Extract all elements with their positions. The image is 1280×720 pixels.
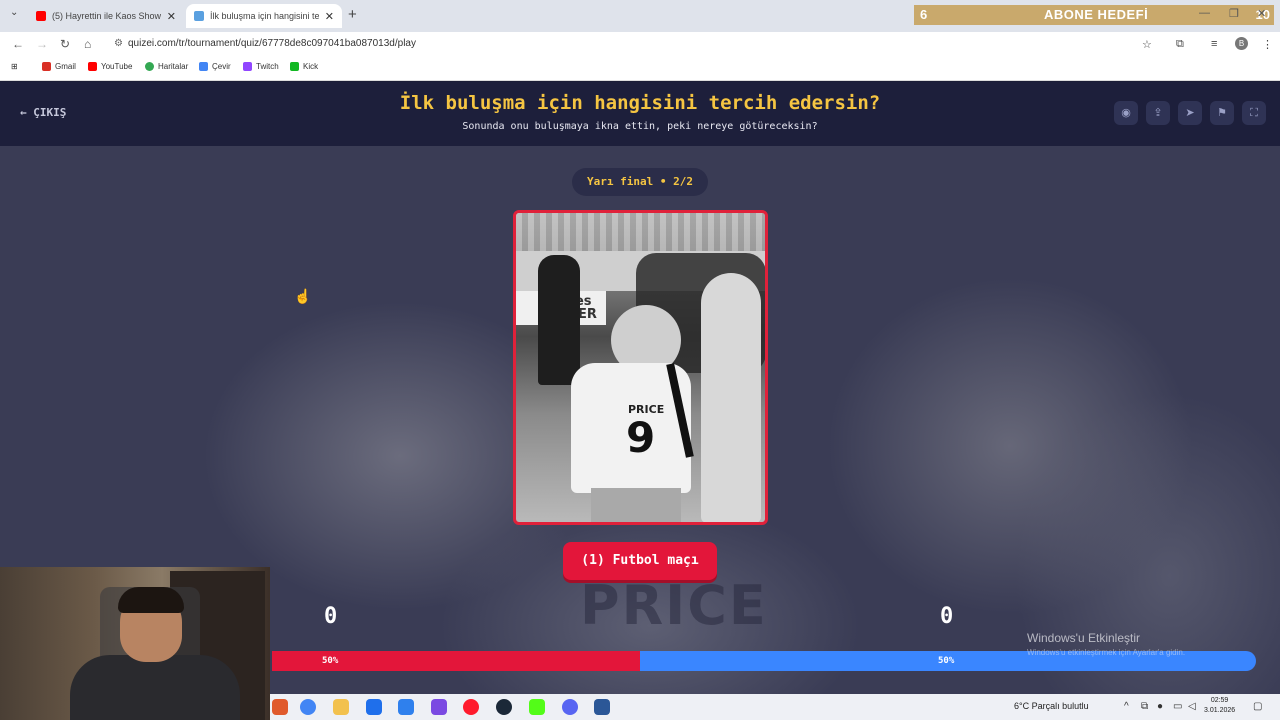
webcam-person-body: [70, 655, 240, 720]
extensions-icon[interactable]: ⧉: [1176, 38, 1184, 51]
steward-figure: [538, 255, 580, 385]
quiz-title: İlk buluşma için hangisini tercih edersi…: [399, 92, 881, 114]
reload-icon[interactable]: ↻: [60, 37, 70, 51]
youtube-icon: [88, 62, 97, 71]
notifications-icon[interactable]: ▢: [1253, 701, 1262, 712]
choice-button[interactable]: (1) Futbol maçı: [563, 542, 717, 580]
calculator-icon[interactable]: [594, 699, 610, 715]
home-icon[interactable]: ⌂: [84, 37, 91, 51]
maps-pin-icon: [145, 62, 154, 71]
left-percent: 50%: [322, 656, 339, 666]
woman-figure: [701, 273, 761, 522]
forward-icon[interactable]: →: [36, 37, 48, 51]
youtube-icon: [36, 11, 46, 21]
new-tab-button[interactable]: +: [348, 6, 357, 23]
clock-time: 02:59: [1210, 697, 1229, 704]
right-percent: 50%: [938, 656, 955, 666]
choice-image[interactable]: ates TTER PRICE 9: [513, 210, 768, 525]
tab-title: (5) Hayrettin ile Kaos Show - 2.: [52, 11, 161, 21]
taskbar-clock[interactable]: 02:59 3.01.2026: [1204, 696, 1235, 716]
editor-icon[interactable]: [431, 699, 447, 715]
bookmark-youtube[interactable]: YouTube: [88, 62, 132, 71]
bookmark-translate[interactable]: Çevir: [199, 62, 231, 71]
tab-title: İlk buluşma için hangisini tercih: [210, 11, 319, 21]
twitch-icon: [243, 62, 252, 71]
bookmark-star-icon[interactable]: ☆: [1142, 38, 1152, 51]
bookmark-label: Çevir: [212, 62, 231, 71]
store-icon[interactable]: [366, 699, 382, 715]
url-text: quizei.com/tr/tournament/quiz/67778de8c0…: [128, 38, 416, 49]
clock-date: 3.01.2026: [1204, 707, 1236, 714]
background-shirt-text: PRICE: [580, 574, 768, 637]
volume-icon[interactable]: ◁: [1188, 701, 1196, 712]
tab-search-icon[interactable]: ⌄: [10, 7, 18, 18]
bookmark-label: Haritalar: [158, 62, 189, 71]
file-explorer-icon[interactable]: [333, 699, 349, 715]
share-icon[interactable]: ⇪: [1146, 101, 1170, 125]
kick-taskbar-icon[interactable]: [529, 699, 545, 715]
eye-icon[interactable]: ◉: [1114, 101, 1138, 125]
gmail-icon: [42, 62, 51, 71]
chrome-icon[interactable]: [300, 699, 316, 715]
right-score: 0: [940, 604, 954, 629]
left-score: 0: [324, 604, 338, 629]
media-icon[interactable]: ≡: [1211, 38, 1217, 50]
bookmark-label: Twitch: [256, 62, 279, 71]
url-field[interactable]: ⚙ quizei.com/tr/tournament/quiz/67778de8c…: [110, 35, 1160, 53]
jeans: [591, 488, 681, 522]
site-info-icon[interactable]: ⚙: [114, 35, 128, 53]
weather-widget[interactable]: 6°C Parçalı bulutlu: [1014, 701, 1089, 711]
bookmarks-bar: [0, 56, 1280, 81]
bookmark-label: YouTube: [101, 62, 133, 71]
profile-avatar[interactable]: B: [1235, 37, 1248, 50]
bookmark-twitch[interactable]: Twitch: [243, 62, 279, 71]
tray-app-icon[interactable]: ⧉: [1141, 701, 1148, 712]
bookmark-kick[interactable]: Kick: [290, 62, 318, 71]
steam-icon[interactable]: [496, 699, 512, 715]
microphone-icon[interactable]: ●: [1157, 701, 1163, 712]
quiz-subtitle: Sonunda onu buluşmaya ikna ettin, peki n…: [462, 121, 818, 132]
apps-icon[interactable]: ⊞: [11, 62, 18, 71]
bookmark-maps[interactable]: Haritalar: [145, 62, 188, 71]
menu-icon[interactable]: ⋮: [1262, 38, 1273, 51]
translate-icon: [199, 62, 208, 71]
send-icon[interactable]: ➤: [1178, 101, 1202, 125]
close-window-icon[interactable]: ✕: [1257, 7, 1266, 20]
windows-activation-title: Windows'u Etkinleştir: [1027, 631, 1140, 645]
close-tab-icon[interactable]: ✕: [167, 10, 176, 23]
bookmark-gmail[interactable]: Gmail: [42, 62, 76, 71]
kick-icon: [290, 62, 299, 71]
tab-quiz[interactable]: İlk buluşma için hangisini tercih ✕: [186, 4, 342, 28]
stadium-stand: [516, 213, 765, 251]
network-icon[interactable]: ▭: [1173, 701, 1182, 712]
hand-cursor-icon: ☝: [294, 288, 312, 304]
photos-icon[interactable]: [398, 699, 414, 715]
round-badge: Yarı final • 2/2: [572, 168, 708, 196]
close-tab-icon[interactable]: ✕: [325, 10, 334, 23]
fullscreen-icon[interactable]: ⛶: [1242, 101, 1266, 125]
subscriber-goal-overlay: 6 ABONE HEDEFİ 10: [914, 5, 1274, 25]
flag-icon[interactable]: ⚑: [1210, 101, 1234, 125]
quizei-icon: [194, 11, 204, 21]
back-icon[interactable]: ←: [12, 37, 24, 51]
bookmark-label: Kick: [303, 62, 319, 71]
app-icon[interactable]: [272, 699, 288, 715]
webcam-person-hair: [118, 587, 184, 613]
goal-current: 6: [920, 7, 928, 22]
opera-icon[interactable]: [463, 699, 479, 715]
jersey-number: 9: [626, 413, 656, 462]
goal-label: ABONE HEDEFİ: [1044, 7, 1149, 22]
minimize-icon[interactable]: —: [1199, 7, 1210, 19]
tray-chevron-icon[interactable]: ^: [1124, 701, 1129, 712]
tab-youtube[interactable]: (5) Hayrettin ile Kaos Show - 2. ✕: [28, 4, 184, 28]
bookmark-label: Gmail: [55, 62, 76, 71]
windows-activation-text: Windows'u etkinleştirmek için Ayarlar'a …: [1027, 648, 1186, 657]
discord-icon[interactable]: [562, 699, 578, 715]
webcam-overlay: [0, 567, 270, 720]
restore-icon[interactable]: ❐: [1229, 7, 1239, 20]
